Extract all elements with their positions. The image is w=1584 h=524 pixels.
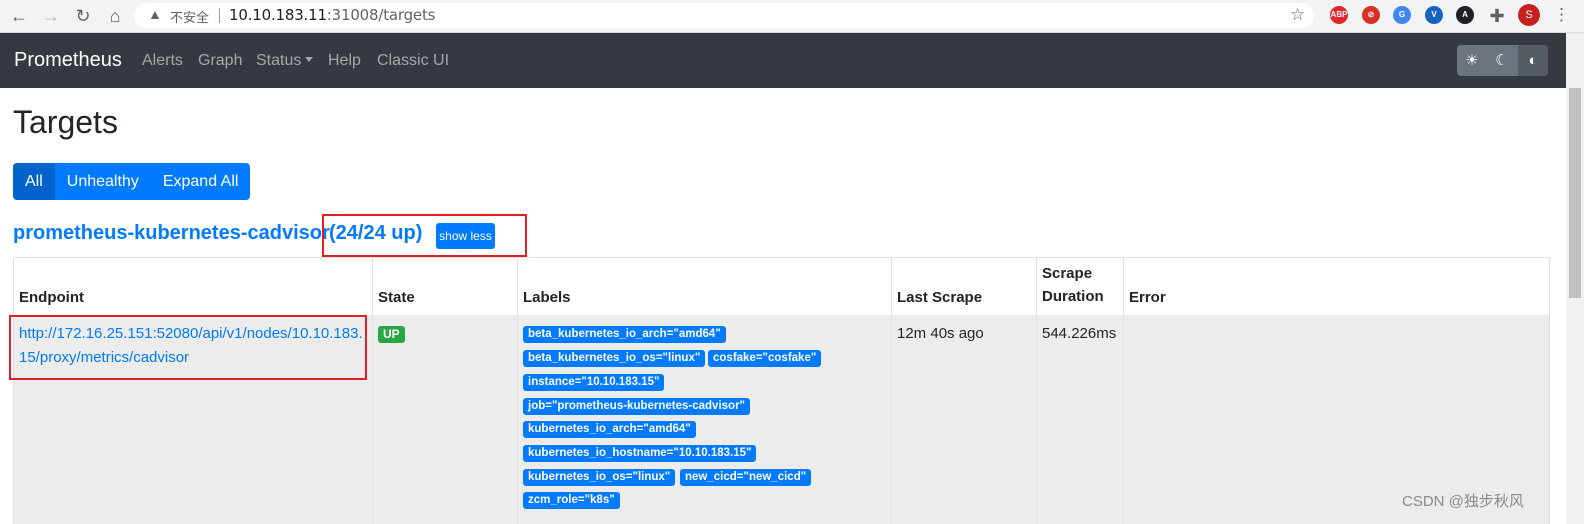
job-name-link[interactable]: prometheus-kubernetes-cadvisor	[13, 222, 330, 245]
url-text[interactable]: 10.10.183.11:31008/targets	[229, 6, 435, 24]
url-host: 10.10.183.11	[229, 6, 327, 24]
reload-icon[interactable]: ↻	[72, 5, 94, 27]
col-header-endpoint: Endpoint	[19, 289, 84, 306]
nav-status-dropdown[interactable]: Status	[256, 52, 314, 70]
col-header-scrape-duration-line1: Scrape	[1042, 265, 1093, 282]
forward-icon[interactable]: →	[40, 5, 62, 27]
watermark: CSDN @独步秋风	[1402, 493, 1524, 510]
col-header-scrape-duration-line2: Duration	[1042, 288, 1104, 305]
home-icon[interactable]: ⌂	[104, 5, 126, 27]
extensions-puzzle-icon[interactable]: ✚	[1486, 5, 1508, 27]
nav-status-label: Status	[256, 52, 302, 69]
theme-toggle-group: ☀ ☾ ◐	[1457, 45, 1548, 76]
column-divider	[1036, 257, 1037, 524]
col-header-scrape-duration: Scrape Duration	[1042, 262, 1104, 308]
label-badge: kubernetes_io_arch="amd64"	[523, 421, 696, 438]
v-icon[interactable]: V	[1425, 6, 1443, 24]
back-icon[interactable]: ←	[8, 5, 30, 27]
scrape-duration-value: 544.226ms	[1042, 325, 1117, 342]
col-header-error: Error	[1129, 289, 1166, 306]
warning-icon[interactable]: ▲	[148, 6, 162, 22]
page-title: Targets	[13, 104, 118, 140]
annotation-box	[9, 315, 367, 380]
bookmark-star-icon[interactable]: ☆	[1290, 5, 1305, 25]
label-badge: kubernetes_io_hostname="10.10.183.15"	[523, 445, 757, 462]
col-header-last-scrape: Last Scrape	[897, 289, 983, 306]
block-icon[interactable]: ⊘	[1362, 6, 1380, 24]
arrow-ext-icon[interactable]: A	[1456, 6, 1474, 24]
column-divider	[372, 257, 373, 524]
label-badge: new_cicd="new_cicd"	[680, 469, 812, 486]
label-badge: zcm_role="k8s"	[523, 492, 620, 509]
state-badge: UP	[378, 326, 405, 343]
divider	[219, 8, 220, 23]
abp-icon[interactable]: ABP	[1330, 6, 1348, 24]
insecure-label[interactable]: 不安全	[170, 7, 209, 26]
translate-icon[interactable]: G	[1393, 6, 1411, 24]
col-header-state: State	[378, 289, 415, 306]
nav-graph[interactable]: Graph	[198, 52, 242, 70]
auto-theme-icon[interactable]: ◐	[1518, 45, 1548, 76]
filter-all-button[interactable]: All	[13, 163, 55, 200]
scrollbar-thumb[interactable]	[1569, 88, 1581, 298]
table-header-row	[13, 257, 1550, 318]
expand-all-button[interactable]: Expand All	[150, 163, 251, 200]
filter-button-group: All Unhealthy Expand All	[13, 163, 251, 200]
column-divider	[1549, 257, 1550, 524]
column-divider	[13, 257, 14, 524]
label-badge: job="prometheus-kubernetes-cadvisor"	[523, 398, 751, 415]
filter-unhealthy-button[interactable]: Unhealthy	[54, 163, 151, 200]
annotation-box	[322, 214, 527, 257]
label-badge: instance="10.10.183.15"	[523, 374, 665, 391]
col-header-labels: Labels	[523, 289, 571, 306]
label-badge: kubernetes_io_os="linux"	[523, 469, 676, 486]
nav-alerts[interactable]: Alerts	[142, 52, 183, 70]
last-scrape-value: 12m 40s ago	[897, 325, 984, 342]
browser-menu-icon[interactable]: ⋮	[1553, 5, 1570, 25]
light-theme-icon[interactable]: ☀	[1457, 45, 1487, 76]
nav-help[interactable]: Help	[328, 52, 361, 70]
column-divider	[517, 257, 518, 524]
label-badge: beta_kubernetes_io_arch="amd64"	[523, 326, 726, 343]
column-divider	[1123, 257, 1124, 524]
label-badge: beta_kubernetes_io_os="linux"	[523, 350, 706, 367]
url-path: :31008/targets	[326, 6, 436, 24]
column-divider	[891, 257, 892, 524]
label-badge: cosfake="cosfake"	[708, 350, 822, 367]
brand-link[interactable]: Prometheus	[14, 49, 122, 72]
dark-theme-icon[interactable]: ☾	[1487, 45, 1517, 76]
caret-down-icon	[305, 57, 314, 62]
profile-avatar[interactable]: S	[1518, 4, 1540, 26]
nav-classic-ui[interactable]: Classic UI	[377, 52, 449, 70]
